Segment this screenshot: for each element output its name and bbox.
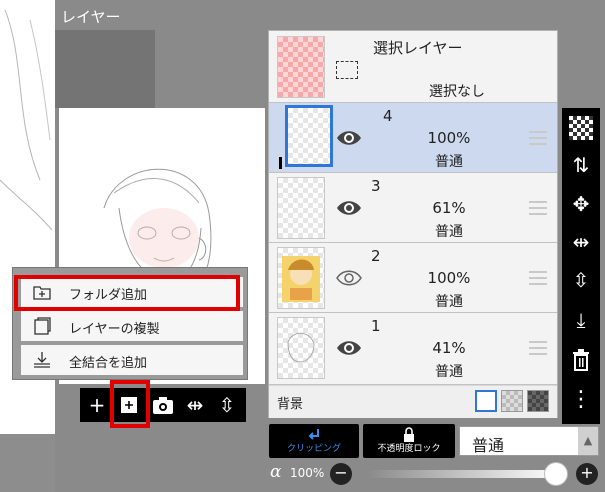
clipping-label: クリッピング [286,444,341,454]
layer-thumbnail [277,247,325,309]
alpha-value: 100% [290,466,325,480]
flip-vertical-icon[interactable]: ⇳ [214,392,240,418]
camera-icon[interactable] [150,392,176,418]
folder-add-icon [33,286,51,300]
opacity-slider-row: α 100% − + [268,460,604,488]
merge-down-icon[interactable]: ⤓ [569,308,593,332]
clip-indicator-icon [279,157,282,169]
merge-all-icon [34,352,50,368]
layer-bottom-toolbar: + ⇹ ⇳ [80,388,246,422]
menu-item-add-folder[interactable]: フォルダ追加 [21,277,243,307]
opacity-slider-knob[interactable] [544,462,568,486]
move-icon[interactable]: ✥ [569,192,593,216]
alpha-symbol: α [270,462,282,482]
canvas-sketch-lines [0,9,53,231]
selection-status: 選択なし [429,84,485,100]
trash-icon[interactable] [569,348,593,372]
layer-number: 1 [371,317,381,335]
layer-number: 2 [371,247,381,265]
layer-number: 3 [371,177,381,195]
background-dark-swatch[interactable] [527,390,549,412]
sketch-thumbnail-art [287,332,315,363]
selection-layer-thumbnail [277,36,325,98]
layer-row[interactable]: 1 41% 普通 [269,313,557,385]
layer-opacity: 61% [432,199,466,217]
decrease-opacity-button[interactable]: − [330,463,352,485]
opacity-lock-label: 不透明度ロック [377,444,441,454]
duplicate-icon [34,317,51,335]
background-row[interactable]: 背景 [269,386,557,418]
eye-icon[interactable] [335,264,363,292]
opacity-lock-button[interactable]: 不透明度ロック [363,424,455,458]
menu-item-label: 全結合を追加 [69,356,148,371]
panel-title: レイヤー [61,8,121,26]
layer-number: 4 [383,107,393,125]
canvas-edge [0,434,60,492]
blend-mode-select[interactable]: 普通 ▲ [459,426,599,456]
layer-mode: 普通 [435,294,463,310]
background-label: 背景 [277,397,304,412]
layer-opacity: 100% [427,269,471,287]
eye-icon[interactable] [335,194,363,222]
flip-horizontal-icon[interactable]: ⇹ [569,230,593,254]
drag-handle-icon[interactable] [529,341,547,355]
layer-mode: 普通 [435,154,463,170]
blend-mode-value: 普通 [472,436,505,455]
layer-swap-icon[interactable]: ⇅ [569,153,593,177]
increase-opacity-button[interactable]: + [576,463,598,485]
layer-row[interactable]: 4 100% 普通 [269,103,557,173]
menu-item-duplicate-layer[interactable]: レイヤーの複製 [21,311,243,341]
layer-opacity: 41% [432,339,466,357]
layer-row[interactable]: 2 100% 普通 [269,243,557,313]
eye-icon[interactable] [335,124,363,152]
layer-opacity: 100% [427,129,471,147]
add-layer-icon[interactable]: + [84,392,110,418]
clipping-button[interactable]: クリッピング [269,424,359,458]
selection-marquee-icon [336,61,358,79]
right-toolbar: ⇅ ✥ ⇹ ⇳ ⤓ ⋮ [562,108,600,424]
add-folder-icon[interactable] [116,392,142,418]
drag-handle-icon[interactable] [529,131,547,145]
eye-icon[interactable] [335,334,363,362]
flip-vertical-icon[interactable]: ⇳ [569,268,593,292]
menu-item-label: フォルダ追加 [69,288,148,303]
selection-layer-row[interactable]: 選択レイヤー 選択なし [269,31,557,103]
transparency-checker-icon[interactable] [569,116,593,140]
menu-item-label: レイヤーの複製 [69,322,160,337]
layer-mode: 普通 [435,364,463,380]
more-icon[interactable]: ⋮ [569,389,593,414]
layer-thumbnail [277,177,325,239]
selection-layer-name: 選択レイヤー [373,39,463,57]
layer-row[interactable]: 3 61% 普通 [269,173,557,243]
background-transparent-swatch[interactable] [501,390,523,412]
opacity-slider-track[interactable] [364,470,560,478]
layer-list: 選択レイヤー 選択なし 4 100% 普通 3 61% 普通 2 100% 普通… [268,30,558,418]
preview-shade [55,30,155,108]
background-white-swatch[interactable] [475,390,497,412]
flip-horizontal-icon[interactable]: ⇹ [182,392,208,418]
layer-thumbnail [277,317,325,379]
add-menu-popup: フォルダ追加 レイヤーの複製 全結合を追加 [12,267,248,380]
character-thumbnail-art [282,256,320,302]
drag-handle-icon[interactable] [529,201,547,215]
dropdown-arrow-icon: ▲ [578,427,598,455]
layer-mode: 普通 [435,224,463,240]
menu-item-add-merged[interactable]: 全結合を追加 [21,345,243,375]
layer-thumbnail [285,105,333,167]
drag-handle-icon[interactable] [529,271,547,285]
